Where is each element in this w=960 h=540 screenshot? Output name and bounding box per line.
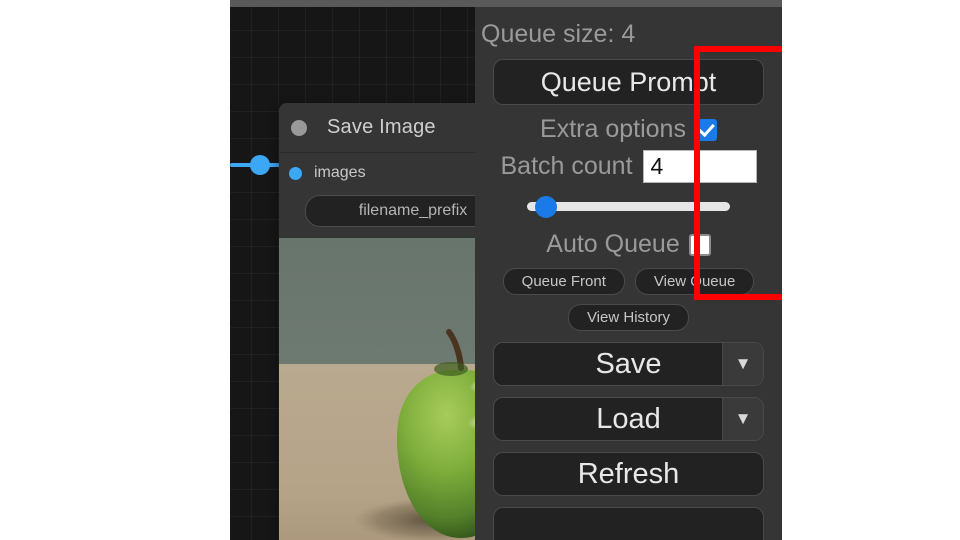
node-title: Save Image xyxy=(327,116,436,138)
view-history-button[interactable]: View History xyxy=(567,304,690,331)
screenshot-root: Save Image images filename_prefix Queue … xyxy=(0,0,960,540)
queue-actions-row: Queue Front View Queue xyxy=(475,268,782,295)
batch-count-label: Batch count xyxy=(500,152,633,180)
app-window: Save Image images filename_prefix Queue … xyxy=(230,0,782,540)
refresh-button[interactable]: Refresh xyxy=(493,452,764,496)
batch-count-row: Batch count 4 xyxy=(475,150,782,183)
batch-count-slider[interactable] xyxy=(527,196,730,218)
history-row: View History xyxy=(475,304,782,331)
slider-thumb[interactable] xyxy=(535,196,558,218)
save-button-label: Save xyxy=(595,347,662,380)
widget-filename-prefix[interactable]: filename_prefix xyxy=(305,195,475,227)
extra-options-checkbox[interactable] xyxy=(694,118,717,141)
widget-filename-prefix-label: filename_prefix xyxy=(358,202,468,219)
view-queue-button[interactable]: View Queue xyxy=(634,268,755,295)
panel-content-column: Queue Prompt Extra options Batch count 4… xyxy=(475,59,782,540)
comfy-menu-panel: Queue size: 4 ✕ Queue Prompt Extra optio… xyxy=(475,7,782,540)
save-chevron-down-icon[interactable]: ▼ xyxy=(722,343,763,385)
load-button[interactable]: Load ▼ xyxy=(493,397,764,441)
extra-options-row: Extra options xyxy=(475,115,782,144)
window-topbar-strip xyxy=(230,0,782,7)
node-titlebar[interactable]: Save Image xyxy=(279,103,475,153)
node-body: images filename_prefix xyxy=(279,153,475,540)
circle-dot-icon[interactable] xyxy=(291,119,307,136)
save-button[interactable]: Save ▼ xyxy=(493,342,764,386)
load-chevron-down-icon[interactable]: ▼ xyxy=(722,398,763,440)
auto-queue-label: Auto Queue xyxy=(546,230,680,258)
extra-options-label: Extra options xyxy=(540,115,686,143)
slider-track[interactable] xyxy=(527,202,730,211)
queue-prompt-button[interactable]: Queue Prompt xyxy=(493,59,764,105)
link-reroute-dot[interactable] xyxy=(250,155,270,175)
batch-count-input[interactable]: 4 xyxy=(642,150,757,183)
node-save-image[interactable]: Save Image images filename_prefix xyxy=(279,103,475,540)
slot-label: images xyxy=(314,164,366,181)
auto-queue-checkbox[interactable] xyxy=(688,233,711,256)
queue-size-label: Queue size: 4 xyxy=(481,20,636,48)
slot-connector-dot[interactable] xyxy=(289,166,302,180)
auto-queue-row: Auto Queue xyxy=(475,230,782,259)
graph-canvas[interactable]: Save Image images filename_prefix xyxy=(230,7,475,540)
queue-front-button[interactable]: Queue Front xyxy=(502,268,625,295)
next-button-partial[interactable] xyxy=(493,507,764,540)
load-button-label: Load xyxy=(596,402,661,435)
node-input-slot-images[interactable]: images xyxy=(279,153,475,193)
node-image-preview[interactable] xyxy=(279,238,475,540)
apple-still-life-image xyxy=(279,238,475,540)
